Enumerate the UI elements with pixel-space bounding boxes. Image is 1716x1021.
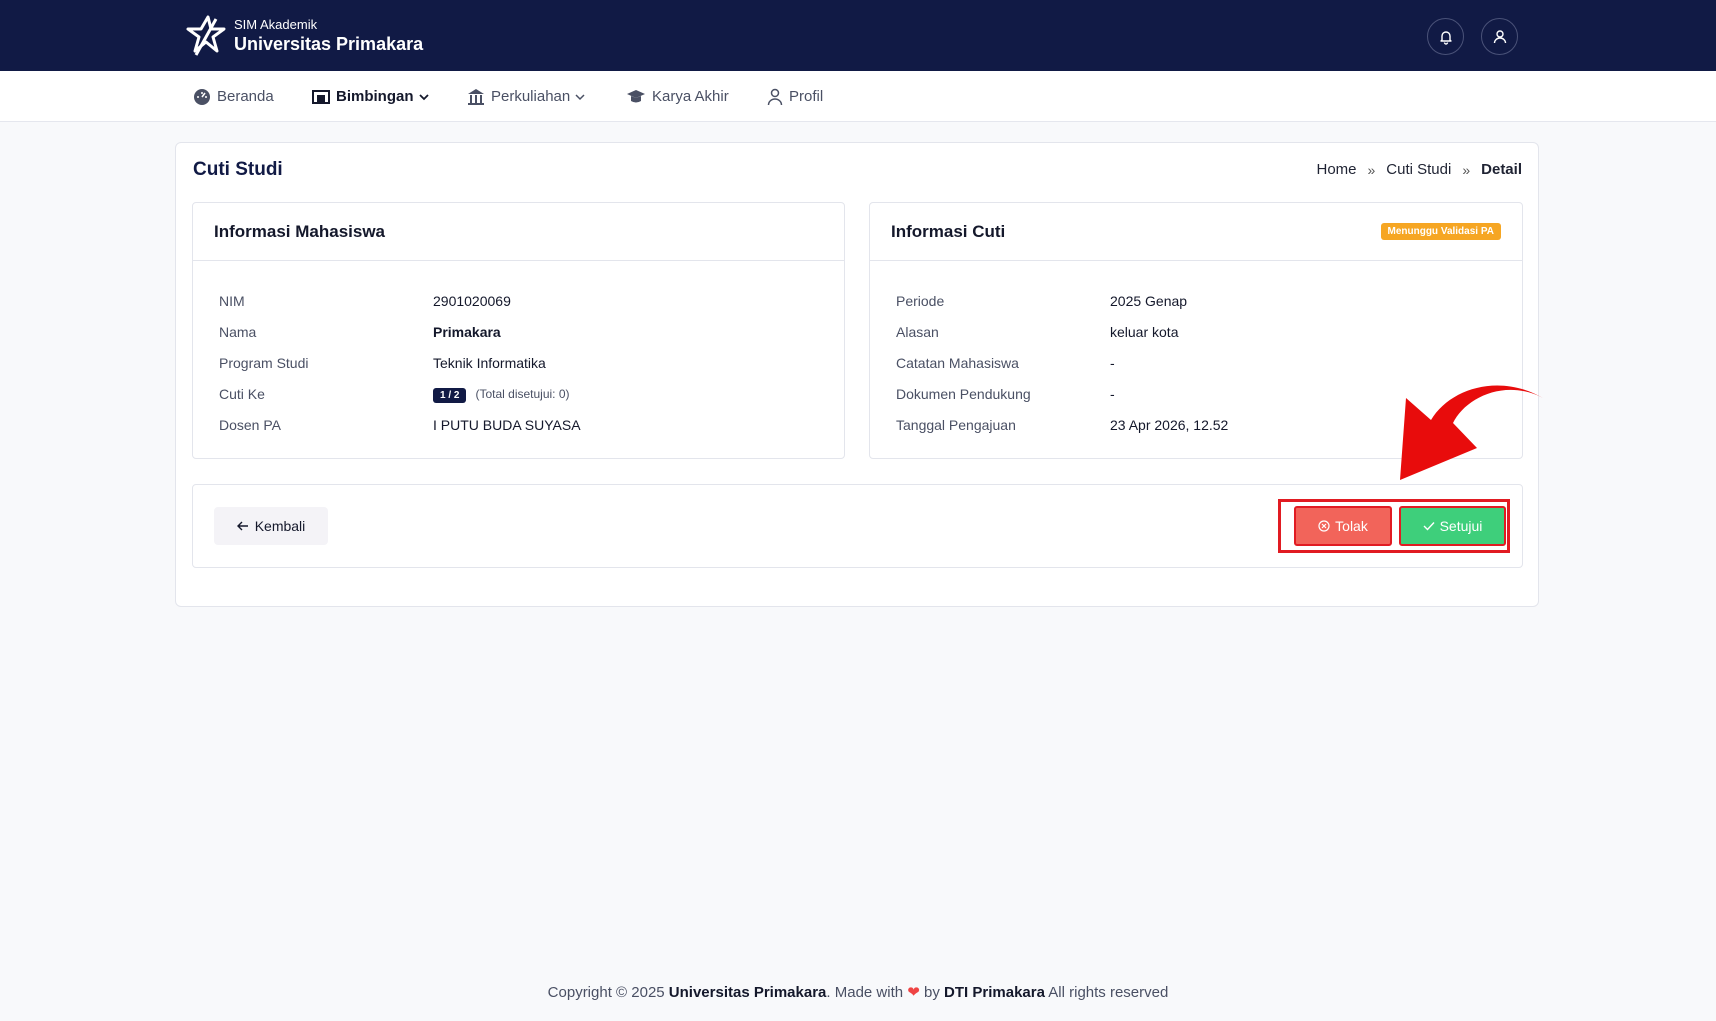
info-row-catatan: Catatan Mahasiswa -: [896, 347, 1496, 378]
label: Alasan: [896, 323, 939, 340]
student-info-card: Informasi Mahasiswa NIM 2901020069 Nama …: [192, 202, 845, 459]
info-row-alasan: Alasan keluar kota: [896, 316, 1496, 347]
graduation-cap-icon: [627, 89, 645, 102]
status-badge: Menunggu Validasi PA: [1380, 223, 1501, 240]
nav-item-karya-akhir[interactable]: Karya Akhir: [626, 71, 729, 122]
card-title: Informasi Mahasiswa: [193, 203, 844, 261]
nav-label: Beranda: [217, 88, 274, 105]
info-row-prodi: Program Studi Teknik Informatika: [219, 347, 818, 378]
info-row-nama: Nama Primakara: [219, 316, 818, 347]
approve-label: Setujui: [1439, 518, 1483, 534]
reject-label: Tolak: [1335, 518, 1368, 534]
cuti-count-badge: 1 / 2: [433, 387, 467, 403]
info-row-dosen: Dosen PA I PUTU BUDA SUYASA: [219, 409, 818, 440]
dashboard-icon: [194, 88, 210, 105]
back-button[interactable]: Kembali: [214, 507, 328, 545]
periode-value: 2025 Genap: [1110, 292, 1188, 309]
alasan-value: keluar kota: [1110, 323, 1179, 340]
main-nav: Beranda Bimbingan Perkuliahan Karya Akhi…: [0, 71, 1716, 122]
primakara-logo-icon: [186, 15, 226, 56]
info-row-cuti-ke: Cuti Ke 1 / 2 (Total disetujui: 0): [219, 378, 818, 409]
user-icon: [767, 88, 783, 105]
breadcrumb-detail: Detail: [1481, 161, 1522, 178]
breadcrumb-separator: »: [1462, 161, 1471, 178]
nav-label: Perkuliahan: [491, 88, 571, 105]
breadcrumb-home[interactable]: Home: [1316, 161, 1356, 178]
label: Program Studi: [219, 354, 309, 371]
breadcrumb-separator: »: [1367, 161, 1376, 178]
nama-value: Primakara: [433, 323, 501, 340]
chevron-down-icon: [575, 93, 585, 100]
nav-item-beranda[interactable]: Beranda: [193, 71, 274, 122]
label: Tanggal Pengajuan: [896, 416, 1016, 433]
app-subtitle: SIM Akademik: [234, 17, 318, 32]
label: Dosen PA: [219, 416, 281, 433]
chevron-down-icon: [418, 93, 429, 100]
breadcrumb: Home » Cuti Studi » Detail: [1316, 161, 1522, 178]
catatan-value: -: [1110, 354, 1115, 371]
bell-icon: [1439, 30, 1452, 45]
x-circle-icon: [1318, 520, 1330, 532]
nav-label: Karya Akhir: [652, 88, 729, 105]
info-row-nim: NIM 2901020069: [219, 285, 818, 316]
footer-org[interactable]: Universitas Primakara: [669, 984, 827, 1001]
approve-button[interactable]: Setujui: [1399, 506, 1506, 546]
page-title: Cuti Studi: [193, 159, 283, 180]
label: NIM: [219, 292, 245, 309]
label: Dokumen Pendukung: [896, 385, 1031, 402]
top-header: SIM Akademik Universitas Primakara: [0, 0, 1716, 71]
label: Cuti Ke: [219, 385, 265, 402]
prodi-value: Teknik Informatika: [433, 354, 546, 371]
heart-icon: ❤: [907, 984, 920, 1001]
content-card: Cuti Studi Home » Cuti Studi » Detail In…: [175, 142, 1539, 607]
footer-copyright: Copyright © 2025: [547, 984, 665, 1001]
user-menu-button[interactable]: [1481, 18, 1518, 55]
footer: Copyright © 2025 Universitas Primakara. …: [0, 983, 1716, 1001]
label: Periode: [896, 292, 945, 309]
check-icon: [1423, 522, 1435, 531]
nav-item-perkuliahan[interactable]: Perkuliahan: [467, 71, 585, 122]
building-icon: [468, 88, 484, 105]
footer-by: by: [924, 984, 940, 1001]
reject-button[interactable]: Tolak: [1294, 506, 1392, 546]
nav-label: Profil: [789, 88, 824, 105]
breadcrumb-cuti-studi[interactable]: Cuti Studi: [1386, 161, 1451, 178]
footer-rights: All rights reserved: [1048, 984, 1169, 1001]
info-row-periode: Periode 2025 Genap: [896, 285, 1496, 316]
nim-value: 2901020069: [433, 292, 511, 309]
dokumen-value: -: [1110, 385, 1115, 402]
nav-item-profil[interactable]: Profil: [767, 71, 823, 122]
footer-made: . Made with: [826, 984, 904, 1001]
annotation-arrow-icon: [1400, 385, 1543, 480]
tanggal-value: 23 Apr 2026, 12.52: [1110, 416, 1229, 433]
app-title: Universitas Primakara: [234, 34, 424, 54]
cuti-total-note: (Total disetujui: 0): [475, 386, 570, 401]
footer-dti[interactable]: DTI Primakara: [944, 984, 1045, 1001]
label: Nama: [219, 323, 257, 340]
board-icon: [312, 89, 330, 104]
notification-button[interactable]: [1427, 18, 1464, 55]
nav-label: Bimbingan: [336, 88, 414, 105]
dosen-value: I PUTU BUDA SUYASA: [433, 416, 581, 433]
nav-item-bimbingan[interactable]: Bimbingan: [312, 71, 429, 122]
back-label: Kembali: [254, 518, 306, 534]
user-icon: [1493, 29, 1506, 43]
label: Catatan Mahasiswa: [896, 354, 1019, 371]
brand[interactable]: SIM Akademik Universitas Primakara: [186, 15, 423, 57]
action-bar: Kembali Tolak Setujui: [192, 484, 1523, 568]
arrow-left-icon: [236, 518, 249, 534]
